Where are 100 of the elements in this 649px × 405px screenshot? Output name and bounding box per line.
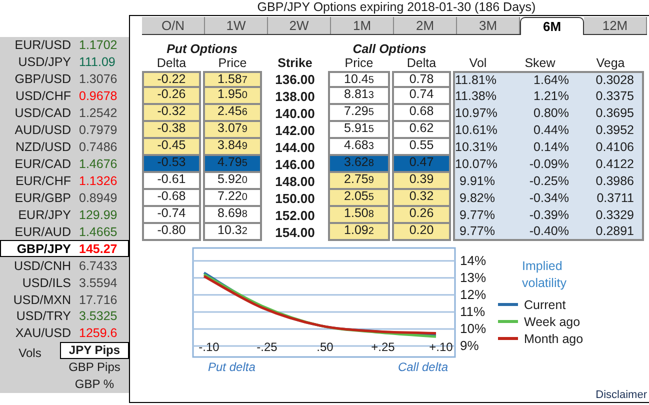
quote-value: 1.1702: [79, 38, 118, 52]
legend-label: Month ago: [524, 332, 584, 346]
table-cell: 10.97%: [453, 105, 503, 122]
table-cell: 1.21%: [503, 88, 577, 105]
unit-option[interactable]: GBP Pips: [60, 358, 129, 376]
table-cell: 0.3711: [577, 190, 644, 207]
disclaimer-link[interactable]: Disclaimer: [596, 389, 647, 401]
quote-row[interactable]: EUR/USD 1.1702: [0, 37, 129, 54]
quote-value: 1.3076: [79, 72, 118, 86]
legend-swatch: [498, 303, 518, 306]
quote-row[interactable]: NZD/USD 0.7486: [0, 138, 129, 156]
table-cell-text: 144.00: [274, 139, 316, 156]
currency-pair: GBP/USD: [14, 72, 72, 86]
quote-value: 0.8949: [79, 190, 118, 205]
legend-swatch: [498, 337, 518, 340]
quote-value: 0.7979: [79, 123, 118, 138]
axis-tick-label: 9%: [460, 338, 479, 353]
table-cell-text: 146.00: [274, 156, 316, 173]
quote-row[interactable]: GBP/JPY 145.27: [0, 240, 129, 258]
table-cell: 0.44%: [503, 122, 577, 139]
table-cell-text: 148.00: [274, 173, 316, 190]
axis-tick-label: +.10: [429, 340, 453, 354]
table-cell: 10.31%: [453, 139, 503, 156]
table-cell: 10.07%: [453, 156, 503, 173]
column-header: Price: [217, 56, 248, 71]
quote-row[interactable]: USD/ILS 3.5594: [0, 274, 129, 292]
quote-row[interactable]: USD/CHF 0.9678: [0, 88, 129, 105]
quote-value: 3.5594: [79, 276, 118, 290]
tab[interactable]: 12M: [584, 17, 647, 34]
quote-value: 1.4665: [79, 224, 118, 239]
quote-value: 0.9678: [79, 89, 118, 104]
tab[interactable]: 1M: [331, 17, 394, 34]
currency-pair: USD/CNH: [13, 258, 72, 273]
quote-row[interactable]: USD/CNH 6.7433: [0, 257, 129, 274]
currency-pair: XAU/USD: [14, 326, 72, 340]
table-cell-text: 152.00: [274, 207, 316, 224]
column-group-heading: Put Options: [166, 42, 238, 56]
quote-value: 3.5325: [79, 309, 118, 324]
tab[interactable]: 6M: [520, 17, 584, 35]
table-cell-text: 154.00: [274, 224, 316, 241]
quote-row[interactable]: USD/CAD 1.2542: [0, 104, 129, 122]
quote-row[interactable]: EUR/CHF 1.1326: [0, 172, 129, 190]
currency-pair: EUR/AUD: [14, 224, 72, 239]
axis-label: Put delta: [208, 360, 256, 374]
tab[interactable]: 2M: [394, 17, 457, 34]
table-cell: 1.64%: [503, 71, 577, 89]
quote-value: 129.99: [79, 208, 118, 222]
quote-row[interactable]: EUR/GBP 0.8949: [0, 189, 129, 206]
table-cell: 0.80%: [503, 105, 577, 122]
currency-pair: USD/MXN: [12, 292, 72, 307]
axis-tick-label: .50: [316, 340, 334, 354]
table-cell: 11.81%: [453, 71, 503, 89]
quote-row[interactable]: AUD/USD 0.7979: [0, 122, 129, 139]
table-cell-text: 150.00: [274, 190, 316, 207]
column-header: Vega: [595, 56, 626, 71]
table-cell-text: 142.00: [274, 122, 316, 139]
currency-pair: USD/JPY: [17, 55, 72, 70]
table-cell: -0.25%: [503, 173, 577, 190]
quote-value: 1.2542: [79, 106, 118, 120]
quote-row[interactable]: USD/JPY 111.09: [0, 54, 129, 71]
currency-pair: AUD/USD: [14, 123, 72, 138]
axis-label: Call delta: [398, 360, 448, 374]
table-cell: -0.39%: [503, 207, 577, 224]
tab[interactable]: O/N: [142, 17, 205, 34]
column-header: Delta: [406, 56, 438, 71]
tab[interactable]: 3M: [457, 17, 520, 34]
quote-row[interactable]: GBP/USD 1.3076: [0, 70, 129, 88]
quote-row[interactable]: USD/MXN 17.716: [0, 291, 129, 308]
quote-row[interactable]: EUR/CAD 1.4676: [0, 156, 129, 172]
vols-label: Vols: [18, 344, 42, 362]
column-header: Price: [344, 56, 374, 71]
table-cell: 0.2891: [577, 224, 644, 241]
column-header: Strike: [276, 56, 314, 71]
column-header: Skew: [524, 56, 556, 71]
currency-pair: GBP/JPY: [16, 242, 72, 256]
unit-option[interactable]: JPY Pips: [60, 342, 129, 359]
legend-swatch: [498, 320, 518, 323]
currency-pair: USD/ILS: [21, 276, 72, 290]
table-cell: 11.38%: [453, 88, 503, 105]
table-cell: 0.14%: [503, 139, 577, 156]
quote-value: 1.1326: [79, 174, 118, 188]
currency-pair: USD/CHF: [14, 89, 72, 104]
tab[interactable]: 1W: [205, 17, 268, 34]
tab[interactable]: 2W: [268, 17, 331, 34]
table-cell: 9.77%: [453, 207, 503, 224]
table-cell: 0.3952: [577, 122, 644, 139]
axis-tick-label: 12%: [460, 286, 486, 302]
quote-value: 111.09: [79, 55, 116, 70]
column-group-heading: Call Options: [352, 42, 428, 56]
table-cell: 0.20: [392, 222, 451, 241]
quote-row[interactable]: EUR/AUD 1.4665: [0, 223, 129, 240]
quote-row[interactable]: EUR/JPY 129.99: [0, 206, 129, 224]
quote-row[interactable]: USD/TRY 3.5325: [0, 308, 129, 325]
quote-row[interactable]: XAU/USD 1259.6: [0, 324, 129, 342]
currency-pair: EUR/JPY: [17, 208, 72, 222]
quote-value: 145.27: [79, 242, 118, 256]
currency-pair: EUR/CHF: [14, 174, 72, 188]
table-cell-text: 136.00: [274, 71, 316, 89]
axis-tick-label: +.25: [371, 340, 395, 354]
unit-option[interactable]: GBP %: [60, 376, 129, 393]
